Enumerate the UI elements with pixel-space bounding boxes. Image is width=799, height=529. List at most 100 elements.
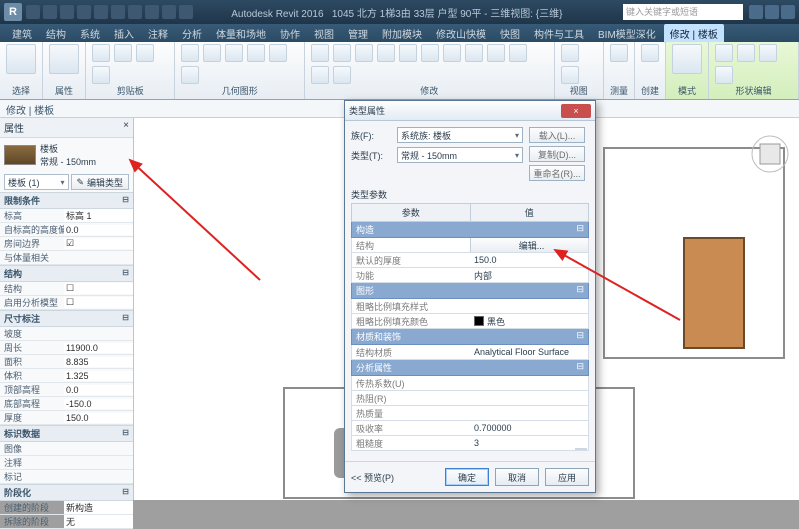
- qat-button[interactable]: [128, 5, 142, 19]
- paste-icon[interactable]: [92, 44, 110, 62]
- modify-icon[interactable]: [311, 44, 329, 62]
- modify-icon[interactable]: [333, 44, 351, 62]
- tab-extra2[interactable]: 快图: [494, 24, 526, 43]
- tab-massing[interactable]: 体量和场地: [210, 24, 272, 43]
- tab-collab[interactable]: 协作: [274, 24, 306, 43]
- property-row[interactable]: 与体量相关: [0, 251, 133, 265]
- close-icon[interactable]: ×: [123, 120, 129, 135]
- geom-icon[interactable]: [203, 44, 221, 62]
- close-button[interactable]: [781, 5, 795, 19]
- qat-button[interactable]: [94, 5, 108, 19]
- param-value[interactable]: [470, 376, 588, 390]
- tab-annotate[interactable]: 注释: [142, 24, 174, 43]
- property-row[interactable]: 顶部高程0.0: [0, 383, 133, 397]
- property-value[interactable]: 1.325: [64, 371, 133, 381]
- modify-icon[interactable]: [333, 66, 351, 84]
- param-value[interactable]: [470, 391, 588, 405]
- modify-icon[interactable]: [377, 44, 395, 62]
- modify-icon[interactable]: [421, 44, 439, 62]
- minimize-button[interactable]: [749, 5, 763, 19]
- property-value[interactable]: 新构造: [64, 501, 133, 514]
- property-row[interactable]: 周长11900.0: [0, 341, 133, 355]
- param-row[interactable]: 结构编辑...: [351, 238, 589, 253]
- mode-icon[interactable]: [672, 44, 702, 74]
- properties-icon[interactable]: [49, 44, 79, 74]
- qat-button[interactable]: [179, 5, 193, 19]
- property-value[interactable]: 0.0: [64, 385, 133, 395]
- modify-icon[interactable]: [487, 44, 505, 62]
- param-row[interactable]: 热质量: [351, 406, 589, 421]
- param-value[interactable]: Analytical Floor Surface: [470, 345, 588, 359]
- modify-icon[interactable]: [465, 44, 483, 62]
- param-value[interactable]: 内部: [470, 268, 588, 282]
- param-value[interactable]: [470, 406, 588, 420]
- property-row[interactable]: 图像: [0, 442, 133, 456]
- property-row[interactable]: 标高标高 1: [0, 209, 133, 223]
- property-row[interactable]: 拆除的阶段无: [0, 515, 133, 529]
- cancel-button[interactable]: 取消: [495, 468, 539, 486]
- qat-button[interactable]: [145, 5, 159, 19]
- section-constraints[interactable]: 限制条件: [0, 192, 133, 209]
- param-section[interactable]: 材质和装饰⊟: [351, 329, 589, 345]
- modify-icon[interactable]: [509, 44, 527, 62]
- property-value[interactable]: ☑: [64, 238, 133, 249]
- tab-addins[interactable]: 附加模块: [376, 24, 428, 43]
- qat-button[interactable]: [111, 5, 125, 19]
- property-row[interactable]: 创建的阶段新构造: [0, 501, 133, 515]
- param-value[interactable]: 黑色: [470, 314, 588, 328]
- param-value[interactable]: [470, 299, 588, 313]
- property-row[interactable]: 标记: [0, 470, 133, 484]
- property-value[interactable]: 11900.0: [64, 343, 133, 353]
- property-row[interactable]: 启用分析模型☐: [0, 296, 133, 310]
- property-row[interactable]: 自标高的高度偏移0.0: [0, 223, 133, 237]
- param-row[interactable]: 热阻(R): [351, 391, 589, 406]
- edit-type-button[interactable]: ✎编辑类型: [71, 174, 130, 190]
- param-edit-button[interactable]: 编辑...: [470, 238, 588, 252]
- app-icon[interactable]: R: [4, 3, 22, 21]
- instance-filter[interactable]: 楼板 (1): [4, 174, 69, 190]
- property-row[interactable]: 房间边界☑: [0, 237, 133, 251]
- shape-icon[interactable]: [737, 44, 755, 62]
- param-row[interactable]: 粗略比例填充颜色黑色: [351, 314, 589, 329]
- qat-button[interactable]: [43, 5, 57, 19]
- geom-icon[interactable]: [181, 44, 199, 62]
- create-icon[interactable]: [641, 44, 659, 62]
- help-search[interactable]: 键入关键字或短语: [623, 4, 743, 20]
- property-value[interactable]: ☐: [64, 297, 133, 308]
- qat-button[interactable]: [162, 5, 176, 19]
- tab-modify-floor[interactable]: 修改 | 楼板: [664, 24, 724, 43]
- tab-systems[interactable]: 系统: [74, 24, 106, 43]
- view-icon[interactable]: [561, 44, 579, 62]
- param-row[interactable]: 吸收率0.700000: [351, 421, 589, 436]
- duplicate-button[interactable]: 复制(D)...: [529, 146, 585, 162]
- cut-icon[interactable]: [114, 44, 132, 62]
- property-row[interactable]: 结构☐: [0, 282, 133, 296]
- param-section[interactable]: 图形⊟: [351, 283, 589, 299]
- select-icon[interactable]: [6, 44, 36, 74]
- section-iddata[interactable]: 标识数据: [0, 425, 133, 442]
- scrollbar[interactable]: [575, 448, 587, 450]
- param-row[interactable]: 结构材质Analytical Floor Surface: [351, 345, 589, 360]
- geom-icon[interactable]: [225, 44, 243, 62]
- tab-view[interactable]: 视图: [308, 24, 340, 43]
- qat-button[interactable]: [60, 5, 74, 19]
- dialog-titlebar[interactable]: 类型属性 ×: [345, 101, 595, 121]
- tab-manage[interactable]: 管理: [342, 24, 374, 43]
- property-value[interactable]: 0.0: [64, 225, 133, 235]
- param-row[interactable]: 粗略比例填充样式: [351, 299, 589, 314]
- tab-extra1[interactable]: 修改山快模: [430, 24, 492, 43]
- property-value[interactable]: 无: [64, 515, 133, 528]
- match-icon[interactable]: [92, 66, 110, 84]
- modify-icon[interactable]: [399, 44, 417, 62]
- load-button[interactable]: 载入(L)...: [529, 127, 585, 143]
- property-value[interactable]: 标高 1: [64, 209, 133, 222]
- tab-extra3[interactable]: 构件与工具: [528, 24, 590, 43]
- copy-icon[interactable]: [136, 44, 154, 62]
- param-section[interactable]: 构造⊟: [351, 222, 589, 238]
- shape-icon[interactable]: [715, 44, 733, 62]
- modify-icon[interactable]: [355, 44, 373, 62]
- section-structural[interactable]: 结构: [0, 265, 133, 282]
- property-row[interactable]: 面积8.835: [0, 355, 133, 369]
- property-row[interactable]: 体积1.325: [0, 369, 133, 383]
- param-value[interactable]: 3: [470, 436, 588, 450]
